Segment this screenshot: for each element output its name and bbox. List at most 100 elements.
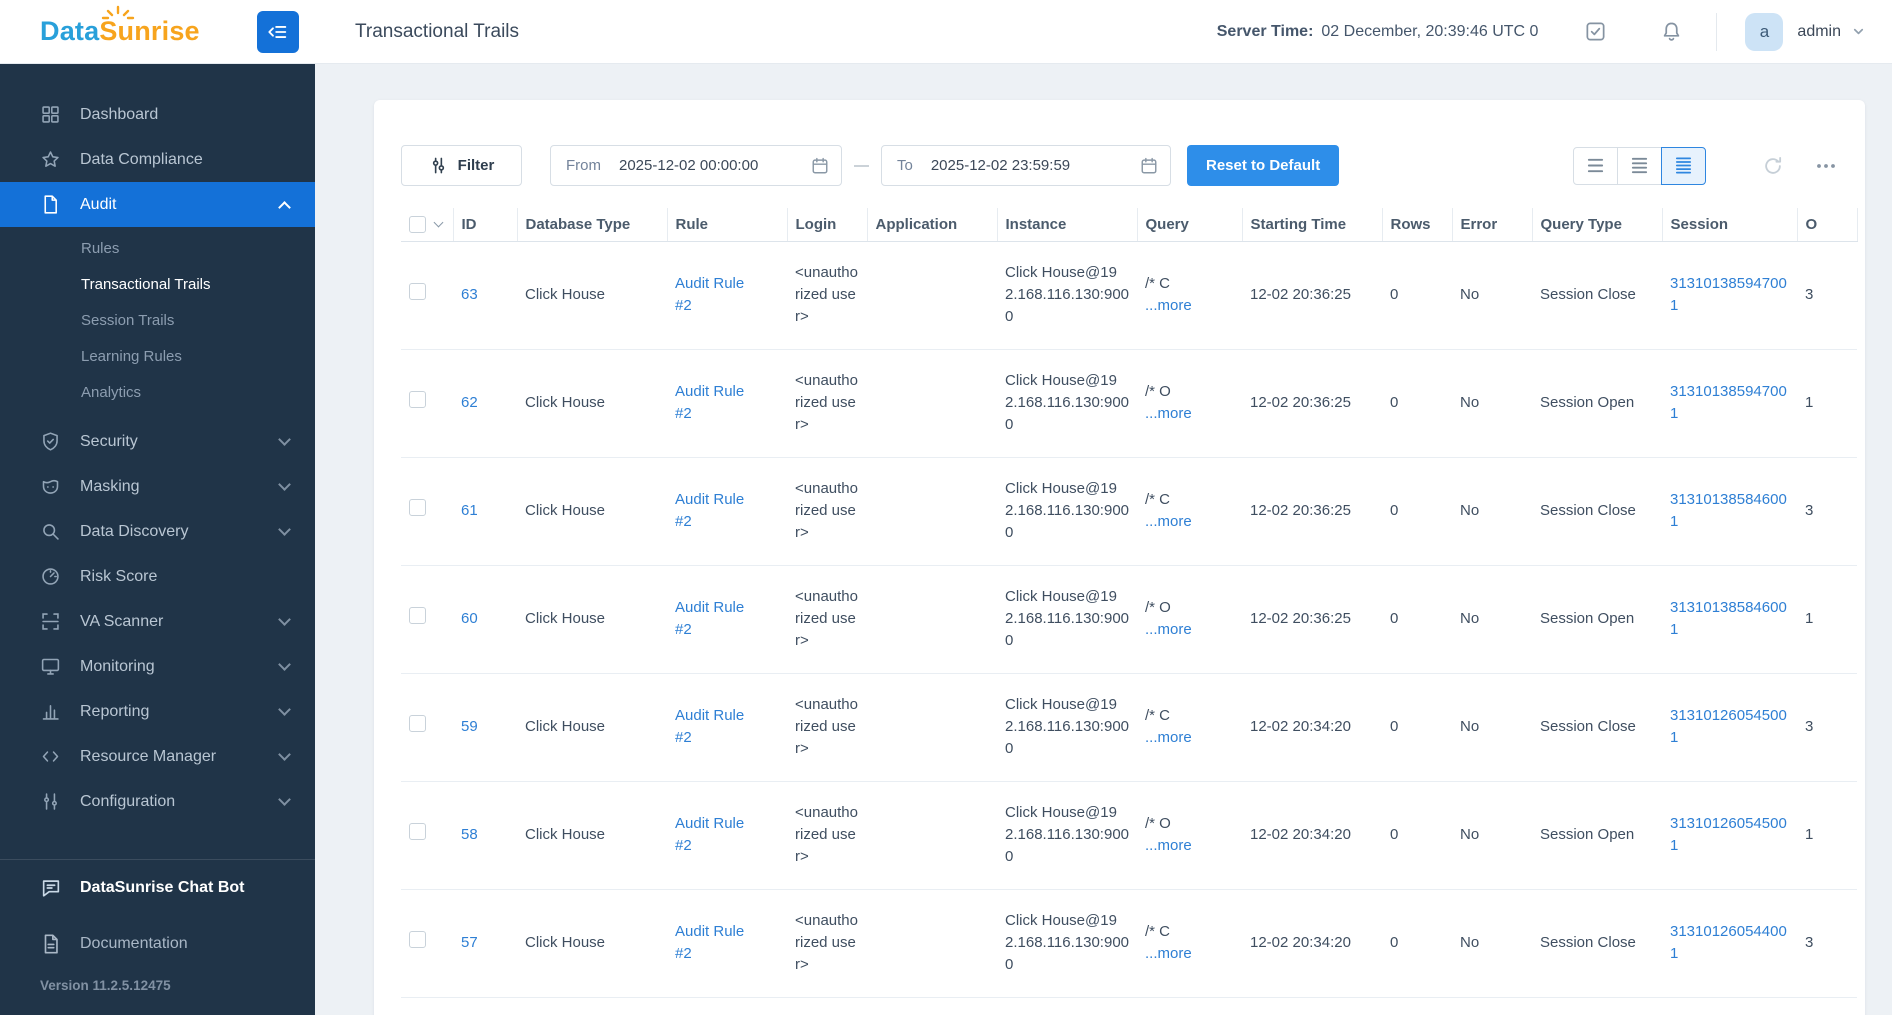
audit-rule-link[interactable]: Audit Rule #2	[675, 921, 759, 965]
sidebar-collapse-button[interactable]	[257, 11, 299, 53]
sidebar-subitem-analytics[interactable]: Analytics	[0, 375, 315, 411]
row-density-small-button[interactable]	[1661, 146, 1706, 185]
filter-button[interactable]: Filter	[401, 145, 522, 186]
audit-rule-link[interactable]: Audit Rule #2	[675, 381, 759, 425]
select-all-checkbox[interactable]	[409, 215, 426, 233]
row-checkbox[interactable]	[409, 283, 426, 301]
column-header-query-type[interactable]: Query Type	[1532, 208, 1663, 242]
rule-cell: Audit Rule #2	[667, 889, 787, 998]
calendar-icon	[1141, 157, 1157, 173]
sidebar-item-chatbot[interactable]: DataSunrise Chat Bot	[0, 860, 315, 916]
sidebar-item-va-scanner[interactable]: VA Scanner	[0, 599, 315, 644]
column-header-error[interactable]: Error	[1452, 208, 1533, 242]
query-preview: /* C	[1145, 923, 1171, 941]
audit-rule-link[interactable]: Audit Rule #2	[675, 813, 759, 857]
column-header-session[interactable]: Session	[1662, 208, 1798, 242]
column-header-application[interactable]: Application	[867, 208, 998, 242]
sidebar-item-data-discovery[interactable]: Data Discovery	[0, 509, 315, 554]
trail-id-link[interactable]: 59	[461, 718, 478, 735]
trail-id-link[interactable]: 58	[461, 826, 478, 843]
query-more-link[interactable]: ...more	[1145, 619, 1234, 641]
row-checkbox[interactable]	[409, 931, 426, 949]
column-header-rows[interactable]: Rows	[1382, 208, 1453, 242]
session-link[interactable]: 313101385846001	[1670, 599, 1787, 638]
session-link[interactable]: 313101260545001	[1670, 815, 1787, 854]
trail-id-link[interactable]: 60	[461, 610, 478, 627]
query-more-link[interactable]: ...more	[1145, 295, 1234, 317]
database-type-cell: Click House	[517, 673, 667, 782]
query-more-link[interactable]: ...more	[1145, 403, 1234, 425]
row-checkbox[interactable]	[409, 715, 426, 733]
sidebar-item-data-compliance[interactable]: Data Compliance	[0, 137, 315, 182]
trail-id-link[interactable]: 61	[461, 502, 478, 519]
from-calendar-button[interactable]	[811, 157, 829, 175]
sidebar-item-resource-manager[interactable]: Resource Manager	[0, 734, 315, 779]
row-density-medium-button[interactable]	[1617, 146, 1662, 185]
from-date-input[interactable]: From 2025-12-02 00:00:00	[550, 145, 842, 186]
refresh-button[interactable]	[1762, 155, 1784, 177]
sidebar-item-dashboard[interactable]: Dashboard	[0, 92, 315, 137]
sidebar-item-masking[interactable]: Masking	[0, 464, 315, 509]
session-link[interactable]: 313101260544001	[1670, 923, 1787, 962]
select-menu-caret-icon[interactable]	[433, 217, 444, 228]
sidebar-subitem-rules[interactable]: Rules	[0, 231, 315, 267]
query-more-link[interactable]: ...more	[1145, 511, 1234, 533]
sidebar-item-audit[interactable]: Audit	[0, 182, 315, 227]
datasunrise-logo[interactable]: DataSunrise	[40, 5, 200, 47]
query-more-link[interactable]: ...more	[1145, 835, 1234, 857]
chat-bubble-icon	[40, 876, 64, 900]
to-calendar-button[interactable]	[1140, 157, 1158, 175]
sidebar-item-reporting[interactable]: Reporting	[0, 689, 315, 734]
table-row: 58 Click House Audit Rule #2 <unauthoriz…	[401, 781, 1857, 890]
row-checkbox[interactable]	[409, 823, 426, 841]
row-checkbox[interactable]	[409, 499, 426, 517]
to-date-input[interactable]: To 2025-12-02 23:59:59	[881, 145, 1171, 186]
sidebar-item-security[interactable]: Security	[0, 419, 315, 464]
query-more-link[interactable]: ...more	[1145, 943, 1234, 965]
sidebar-subitem-session-trails[interactable]: Session Trails	[0, 303, 315, 339]
row-checkbox[interactable]	[409, 607, 426, 625]
column-header-query[interactable]: Query	[1137, 208, 1243, 242]
trail-id-link[interactable]: 62	[461, 394, 478, 411]
sidebar-subitem-learning-rules[interactable]: Learning Rules	[0, 339, 315, 375]
column-header-rule[interactable]: Rule	[667, 208, 788, 242]
session-cell: 313101385846001	[1662, 457, 1797, 566]
bell-icon	[1664, 22, 1680, 41]
audit-rule-link[interactable]: Audit Rule #2	[675, 489, 759, 533]
column-header-login[interactable]: Login	[787, 208, 868, 242]
column-header-starting-time[interactable]: Starting Time	[1242, 208, 1383, 242]
row-density-large-button[interactable]	[1573, 146, 1618, 185]
column-header-operation[interactable]: O	[1797, 208, 1858, 242]
user-name[interactable]: admin	[1797, 23, 1841, 41]
column-header-instance[interactable]: Instance	[997, 208, 1138, 242]
session-link[interactable]: 313101385947001	[1670, 383, 1787, 422]
row-checkbox[interactable]	[409, 391, 426, 409]
audit-rule-link[interactable]: Audit Rule #2	[675, 273, 759, 317]
user-avatar[interactable]: a	[1745, 12, 1784, 51]
sidebar-item-risk-score[interactable]: Risk Score	[0, 554, 315, 599]
session-link[interactable]: 313101260545001	[1670, 707, 1787, 746]
trail-id-link[interactable]: 63	[461, 286, 478, 303]
query-more-link[interactable]: ...more	[1145, 727, 1234, 749]
query-cell: /* C ...more	[1137, 241, 1242, 350]
trail-id-link[interactable]: 57	[461, 934, 478, 951]
user-menu-button[interactable]	[1851, 24, 1866, 39]
rule-cell: Audit Rule #2	[667, 241, 787, 350]
sidebar-item-monitoring[interactable]: Monitoring	[0, 644, 315, 689]
audit-rule-link[interactable]: Audit Rule #2	[675, 705, 759, 749]
session-link[interactable]: 313101385846001	[1670, 491, 1787, 530]
audit-rule-link[interactable]: Audit Rule #2	[675, 597, 759, 641]
session-link[interactable]: 313101385947001	[1670, 275, 1787, 314]
column-header-id[interactable]: ID	[453, 208, 518, 242]
notifications-button[interactable]	[1660, 20, 1684, 44]
column-header-database-type[interactable]: Database Type	[517, 208, 668, 242]
more-actions-button[interactable]	[1814, 154, 1838, 178]
chevron-down-icon	[278, 478, 291, 491]
starting-time-cell: 12-02 20:34:20	[1242, 889, 1382, 998]
tasks-button[interactable]	[1584, 20, 1608, 44]
sidebar-item-documentation[interactable]: Documentation	[0, 916, 315, 972]
sidebar-subitem-transactional-trails[interactable]: Transactional Trails	[0, 267, 315, 303]
sidebar-item-configuration[interactable]: Configuration	[0, 779, 315, 824]
session-cell: 313101260545001	[1662, 781, 1797, 890]
reset-to-default-button[interactable]: Reset to Default	[1187, 145, 1340, 186]
